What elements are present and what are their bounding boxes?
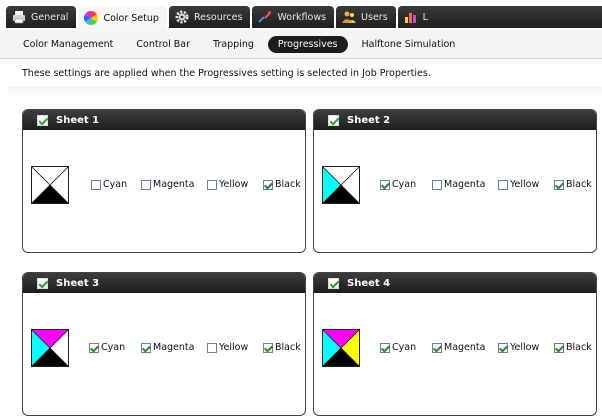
sheet-3-title: Sheet 3 — [56, 277, 100, 289]
page-description: These settings are applied when the Prog… — [22, 68, 431, 79]
sheet-2-enable-checkbox[interactable] — [328, 114, 339, 126]
sheet-2-yellow-option[interactable]: Yellow — [498, 179, 539, 190]
color-wheel-icon — [84, 11, 99, 25]
black-label: Black — [566, 179, 592, 190]
sheet-2-magenta-option[interactable]: Magenta — [432, 179, 485, 190]
tab-workflows[interactable]: Workflows — [252, 6, 335, 28]
sheet-1-yellow-option[interactable]: Yellow — [207, 179, 248, 190]
yellow-label: Yellow — [510, 342, 540, 353]
yellow-label: Yellow — [510, 179, 540, 190]
sheet-4-yellow-checkbox[interactable] — [498, 342, 508, 353]
magenta-label: Magenta — [444, 342, 486, 353]
magenta-label: Magenta — [153, 179, 195, 190]
workflow-arrows-icon — [258, 10, 272, 24]
sheet-3-enable-checkbox[interactable] — [37, 277, 48, 289]
sheet-1-title: Sheet 1 — [56, 114, 100, 126]
sheet-3-magenta-checkbox[interactable] — [141, 342, 151, 353]
sheet-2-title: Sheet 2 — [347, 114, 391, 126]
sheet-4-title: Sheet 4 — [347, 277, 391, 289]
divider — [8, 86, 602, 96]
sheet-panel-2: Sheet 2 Cyan Magenta Yellow Black — [313, 109, 597, 253]
sheet-3-magenta-option[interactable]: Magenta — [141, 342, 194, 353]
sheet-1-header: Sheet 1 — [23, 110, 305, 130]
cyan-label: Cyan — [101, 342, 126, 353]
tab-resources-label: Resources — [193, 11, 243, 23]
subnav-control-bar[interactable]: Control Bar — [127, 36, 199, 53]
sheet-panel-1: Sheet 1 Cyan Magenta Yellow Black — [22, 109, 306, 253]
sheet-2-black-checkbox[interactable] — [554, 179, 564, 190]
sheet-3-yellow-checkbox[interactable] — [207, 342, 217, 353]
sheet-4-cyan-checkbox[interactable] — [380, 342, 390, 353]
subnav-color-management[interactable]: Color Management — [14, 36, 122, 53]
sheet-1-color-swatch — [31, 166, 69, 204]
subnav-halftone-simulation[interactable]: Halftone Simulation — [353, 36, 465, 53]
bar-chart-icon — [404, 10, 418, 24]
tab-general[interactable]: General — [6, 6, 77, 28]
sheet-2-magenta-checkbox[interactable] — [432, 179, 442, 190]
sheet-1-cyan-checkbox[interactable] — [91, 179, 101, 190]
sheet-2-cyan-checkbox[interactable] — [380, 179, 390, 190]
sheet-2-color-swatch — [322, 166, 360, 204]
cyan-label: Cyan — [392, 342, 417, 353]
sheet-2-black-option[interactable]: Black — [554, 179, 592, 190]
sheet-3-black-checkbox[interactable] — [263, 342, 273, 353]
subnav-trapping[interactable]: Trapping — [204, 36, 263, 53]
magenta-label: Magenta — [153, 342, 195, 353]
main-tabs: General Color Setup Resources Workflows … — [6, 6, 455, 30]
sheet-3-color-swatch — [31, 329, 69, 367]
users-icon — [342, 10, 356, 24]
yellow-label: Yellow — [219, 342, 249, 353]
sheet-2-yellow-checkbox[interactable] — [498, 179, 508, 190]
sheet-4-cyan-option[interactable]: Cyan — [380, 342, 416, 353]
sheet-4-black-checkbox[interactable] — [554, 342, 564, 353]
sheet-4-magenta-checkbox[interactable] — [432, 342, 442, 353]
sheet-3-yellow-option[interactable]: Yellow — [207, 342, 248, 353]
sheet-2-header: Sheet 2 — [314, 110, 596, 130]
tab-users-label: Users — [361, 11, 388, 23]
sheet-4-enable-checkbox[interactable] — [328, 277, 339, 289]
top-tab-bar: General Color Setup Resources Workflows … — [0, 0, 602, 30]
printer-icon — [12, 10, 26, 24]
sheet-3-cyan-option[interactable]: Cyan — [89, 342, 125, 353]
tab-bar-fill — [428, 6, 602, 28]
sheet-1-enable-checkbox[interactable] — [37, 114, 48, 126]
sheet-panel-3: Sheet 3 Cyan Magenta Yellow Black — [22, 272, 306, 416]
sheet-panel-4: Sheet 4 Cyan Magenta Yellow Black — [313, 272, 597, 416]
black-label: Black — [566, 342, 592, 353]
tab-resources[interactable]: Resources — [168, 6, 251, 28]
yellow-label: Yellow — [219, 179, 249, 190]
tab-color-setup-label: Color Setup — [103, 12, 159, 24]
cyan-label: Cyan — [103, 179, 128, 190]
sheet-1-yellow-checkbox[interactable] — [207, 179, 217, 190]
tab-users[interactable]: Users — [336, 6, 396, 28]
sheet-1-magenta-option[interactable]: Magenta — [141, 179, 194, 190]
sheet-1-black-checkbox[interactable] — [263, 179, 273, 190]
tab-color-setup[interactable]: Color Setup — [78, 6, 167, 30]
sheet-4-header: Sheet 4 — [314, 273, 596, 293]
sheet-4-yellow-option[interactable]: Yellow — [498, 342, 539, 353]
magenta-label: Magenta — [444, 179, 486, 190]
tab-general-label: General — [31, 11, 69, 23]
sheet-1-cyan-option[interactable]: Cyan — [91, 179, 127, 190]
sheet-3-black-option[interactable]: Black — [263, 342, 301, 353]
black-label: Black — [275, 179, 301, 190]
cyan-label: Cyan — [392, 179, 417, 190]
sheet-3-header: Sheet 3 — [23, 273, 305, 293]
sheet-4-magenta-option[interactable]: Magenta — [432, 342, 485, 353]
sheet-1-black-option[interactable]: Black — [263, 179, 301, 190]
sheet-4-black-option[interactable]: Black — [554, 342, 592, 353]
black-label: Black — [275, 342, 301, 353]
subnav-progressives[interactable]: Progressives — [267, 36, 348, 53]
sheet-4-color-swatch — [322, 329, 360, 367]
gear-icon — [175, 10, 189, 24]
sub-navigation: Color Management Control Bar Trapping Pr… — [0, 30, 602, 59]
sheet-2-cyan-option[interactable]: Cyan — [380, 179, 416, 190]
sheet-1-magenta-checkbox[interactable] — [141, 179, 151, 190]
tab-workflows-label: Workflows — [277, 11, 327, 23]
sheet-3-cyan-checkbox[interactable] — [89, 342, 99, 353]
